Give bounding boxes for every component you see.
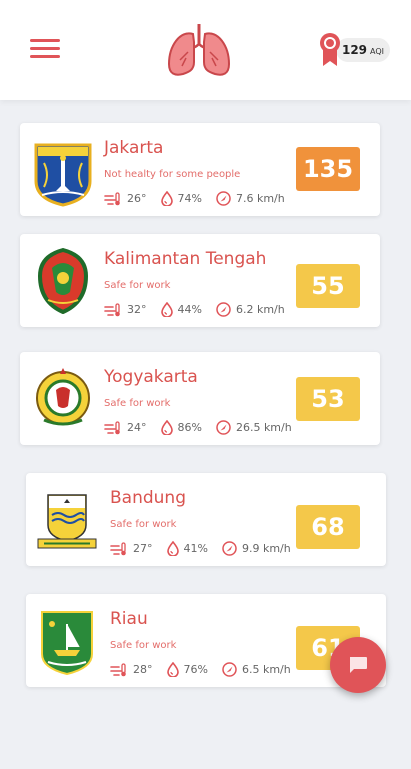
wind-value: 6.2 km/h (235, 303, 285, 316)
lungs-icon (167, 24, 231, 76)
droplet-icon (160, 191, 173, 206)
navigation-arrow-icon (222, 662, 237, 677)
city-status: Safe for work (104, 398, 171, 409)
weather-stats: 26° 74% 7.6 km/h (104, 191, 299, 206)
city-aqi-badge: 55 (296, 264, 360, 308)
droplet-icon (166, 662, 179, 677)
weather-stats: 28° 76% 6.5 km/h (110, 662, 305, 677)
jakarta-emblem (34, 143, 92, 207)
temperature-stat: 32° (104, 302, 147, 317)
wind-value: 7.6 km/h (235, 192, 285, 205)
city-card-kalimantan-tengah[interactable]: Kalimantan Tengah Safe for work 32° 44% … (20, 234, 380, 327)
city-status: Safe for work (110, 640, 177, 651)
app-header: 129 AQI (0, 0, 411, 100)
city-aqi-badge: 53 (296, 377, 360, 421)
humidity-value: 44% (177, 303, 202, 316)
city-card-yogyakarta[interactable]: Yogyakarta Safe for work 24° 86% 26.5 km… (20, 352, 380, 445)
bandung-emblem (37, 494, 97, 549)
chat-icon (350, 657, 367, 673)
menu-icon (30, 39, 60, 58)
kalimantan-tengah-emblem (37, 248, 89, 314)
wind-stat: 7.6 km/h (216, 191, 285, 206)
aqi-pill: 129 AQI (336, 38, 390, 62)
aqi-indicator[interactable]: 129 AQI (318, 32, 392, 68)
chat-fab-button[interactable] (330, 637, 386, 693)
temperature-value: 27° (133, 542, 153, 555)
wind-value: 6.5 km/h (241, 663, 291, 676)
temperature-value: 24° (127, 421, 147, 434)
droplet-icon (160, 420, 173, 435)
humidity-stat: 76% (166, 662, 208, 677)
city-name: Riau (110, 609, 148, 629)
wind-stat: 9.9 km/h (222, 541, 291, 556)
weather-stats: 32° 44% 6.2 km/h (104, 302, 299, 317)
city-aqi-badge: 68 (296, 505, 360, 549)
droplet-icon (166, 541, 179, 556)
humidity-value: 41% (183, 542, 208, 555)
city-status: Safe for work (110, 519, 177, 530)
city-aqi-badge: 135 (296, 147, 360, 191)
wind-value: 26.5 km/h (235, 421, 292, 434)
humidity-stat: 41% (166, 541, 208, 556)
wind-thermometer-icon (104, 191, 120, 205)
navigation-arrow-icon (216, 302, 231, 317)
yogyakarta-emblem (36, 368, 90, 426)
weather-stats: 24° 86% 26.5 km/h (104, 420, 306, 435)
city-name: Jakarta (104, 138, 164, 158)
wind-stat: 6.5 km/h (222, 662, 291, 677)
wind-thermometer-icon (104, 420, 120, 434)
wind-stat: 6.2 km/h (216, 302, 285, 317)
riau-emblem (41, 611, 93, 676)
droplet-icon (160, 302, 173, 317)
navigation-arrow-icon (222, 541, 237, 556)
city-card-jakarta[interactable]: Jakarta Not healty for some people 26° 7… (20, 123, 380, 216)
wind-stat: 26.5 km/h (216, 420, 292, 435)
temperature-value: 32° (127, 303, 147, 316)
temperature-stat: 27° (110, 541, 153, 556)
aqi-value: 129 (341, 43, 368, 57)
humidity-value: 76% (183, 663, 208, 676)
award-badge-icon (320, 33, 340, 66)
temperature-value: 26° (127, 192, 147, 205)
aqi-unit: AQI (370, 47, 385, 56)
weather-stats: 27° 41% 9.9 km/h (110, 541, 305, 556)
humidity-stat: 74% (160, 191, 202, 206)
temperature-stat: 26° (104, 191, 147, 206)
humidity-stat: 86% (160, 420, 202, 435)
city-name: Yogyakarta (104, 367, 198, 387)
navigation-arrow-icon (216, 420, 231, 435)
wind-thermometer-icon (110, 541, 126, 555)
wind-thermometer-icon (110, 662, 126, 676)
city-card-bandung[interactable]: Bandung Safe for work 27° 41% 9.9 km/h 6… (26, 473, 386, 566)
navigation-arrow-icon (216, 191, 231, 206)
city-name: Kalimantan Tengah (104, 249, 267, 269)
temperature-stat: 24° (104, 420, 147, 435)
wind-value: 9.9 km/h (241, 542, 291, 555)
wind-thermometer-icon (104, 302, 120, 316)
menu-button[interactable] (30, 39, 60, 63)
humidity-value: 86% (177, 421, 202, 434)
humidity-stat: 44% (160, 302, 202, 317)
city-status: Safe for work (104, 280, 171, 291)
city-status: Not healty for some people (104, 169, 241, 180)
temperature-stat: 28° (110, 662, 153, 677)
temperature-value: 28° (133, 663, 153, 676)
city-name: Bandung (110, 488, 186, 508)
humidity-value: 74% (177, 192, 202, 205)
